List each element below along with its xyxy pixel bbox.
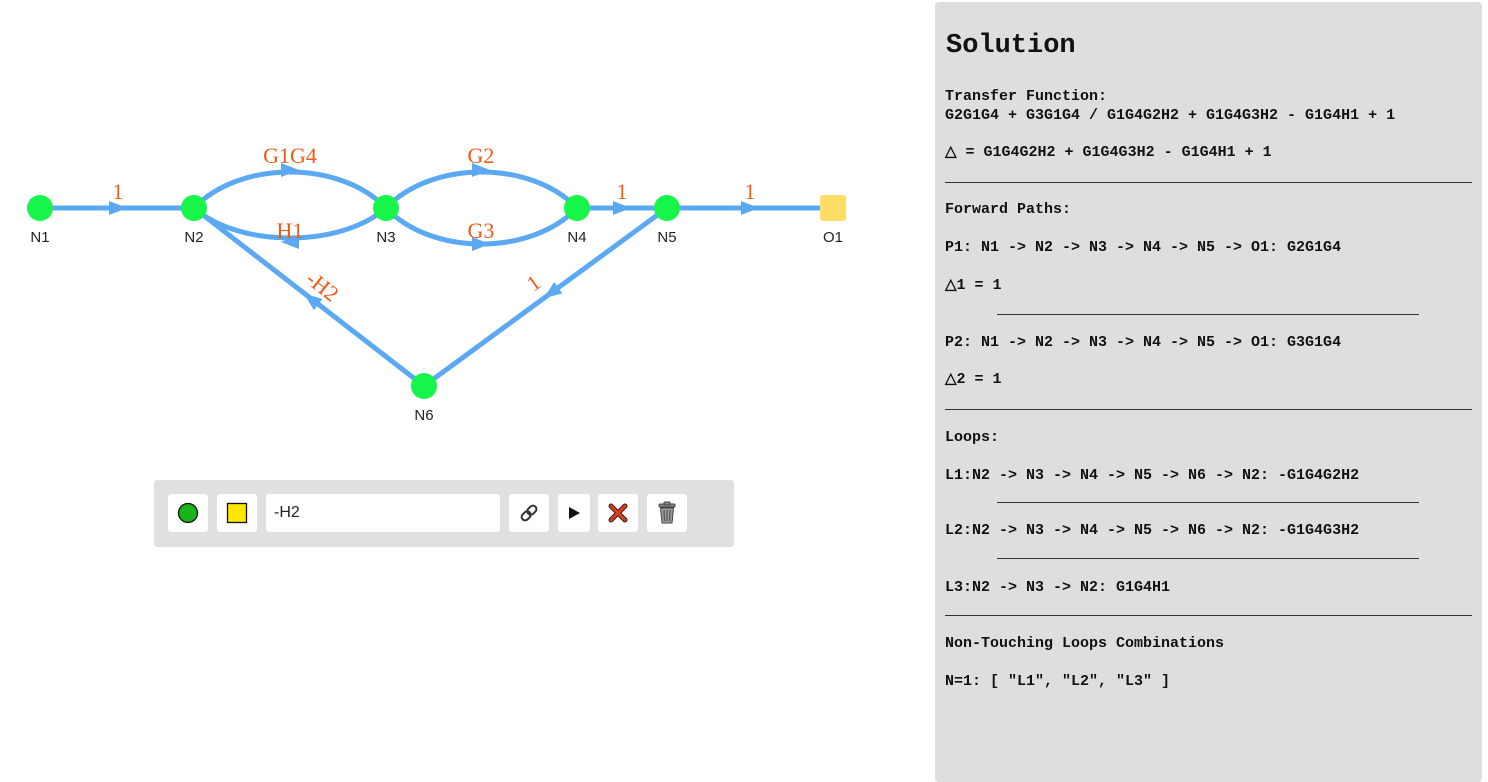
loop-l3: L3:N2 -> N3 -> N2: G1G4H1 bbox=[945, 579, 1171, 596]
add-output-node-button[interactable] bbox=[217, 494, 257, 532]
forward-paths-label: Forward Paths: bbox=[945, 201, 1072, 218]
node-N1[interactable] bbox=[27, 195, 53, 221]
add-node-button[interactable] bbox=[168, 494, 208, 532]
node-label: N1 bbox=[30, 229, 49, 246]
signal-flow-graph-canvas[interactable]: 1 G1G4 H1 G2 G3 1 1 -H2 1 N1 N2 N3 N4 N5 N6 O1 bbox=[0, 0, 900, 460]
node-N3[interactable] bbox=[373, 195, 399, 221]
edge-gain-label: G3 bbox=[468, 218, 495, 243]
node-N5[interactable] bbox=[654, 195, 680, 221]
output-node-O1[interactable] bbox=[820, 195, 846, 221]
solution-title: Solution bbox=[946, 31, 1076, 61]
divider bbox=[945, 615, 1472, 616]
edge-N2-N3[interactable] bbox=[192, 169, 388, 210]
divider bbox=[945, 409, 1472, 410]
transfer-function-label: Transfer Function: bbox=[945, 88, 1108, 105]
clear-graph-button[interactable] bbox=[647, 494, 687, 532]
edge-gain-label: G1G4 bbox=[263, 143, 317, 168]
solution-panel: Solution Transfer Function: G2G1G4 + G3G… bbox=[935, 2, 1482, 782]
edge-N3-N4[interactable] bbox=[384, 169, 579, 210]
node-label: O1 bbox=[823, 229, 843, 246]
node-label: N3 bbox=[376, 229, 395, 246]
node-label: N4 bbox=[567, 229, 586, 246]
signal-flow-graph[interactable]: 1 G1G4 H1 G2 G3 1 1 -H2 1 N1 N2 N3 N4 N5 N6 O1 bbox=[0, 0, 900, 460]
divider bbox=[997, 314, 1419, 315]
node-N2[interactable] bbox=[181, 195, 207, 221]
link-icon bbox=[520, 504, 538, 522]
graph-toolbar bbox=[154, 480, 734, 547]
yellow-square-icon bbox=[226, 502, 248, 524]
red-x-icon bbox=[608, 503, 628, 523]
non-touching-loops-n1: N=1: [ "L1", "L2", "L3" ] bbox=[945, 673, 1171, 690]
green-circle-icon bbox=[177, 502, 199, 524]
forward-path-p1-delta: △1 = 1 bbox=[945, 277, 1002, 294]
node-N4[interactable] bbox=[564, 195, 590, 221]
forward-path-p2: P2: N1 -> N2 -> N3 -> N4 -> N5 -> O1: G3… bbox=[945, 334, 1342, 351]
divider bbox=[997, 502, 1419, 503]
divider bbox=[997, 558, 1419, 559]
forward-path-p2-delta: △2 = 1 bbox=[945, 371, 1002, 388]
edge-gain-label: 1 bbox=[617, 179, 628, 204]
play-icon bbox=[569, 507, 580, 519]
loop-l1: L1:N2 -> N3 -> N4 -> N5 -> N6 -> N2: -G1… bbox=[945, 467, 1360, 484]
run-button[interactable] bbox=[558, 494, 590, 532]
delete-button[interactable] bbox=[598, 494, 638, 532]
connect-edge-button[interactable] bbox=[509, 494, 549, 532]
trash-can-icon bbox=[658, 501, 676, 524]
edge-gain-label: -H2 bbox=[301, 266, 343, 307]
loop-l2: L2:N2 -> N3 -> N4 -> N5 -> N6 -> N2: -G1… bbox=[945, 522, 1360, 539]
delta-value: △ = G1G4G2H2 + G1G4G3H2 - G1G4H1 + 1 bbox=[945, 144, 1272, 161]
node-N6[interactable] bbox=[411, 373, 437, 399]
divider bbox=[945, 182, 1472, 183]
forward-path-p1: P1: N1 -> N2 -> N3 -> N4 -> N5 -> O1: G2… bbox=[945, 239, 1342, 256]
edge-gain-label: 1 bbox=[745, 179, 756, 204]
loops-label: Loops: bbox=[945, 429, 1000, 446]
non-touching-loops-label: Non-Touching Loops Combinations bbox=[945, 635, 1225, 652]
edge-gain-label: H1 bbox=[277, 218, 304, 243]
edge-gain-label: 1 bbox=[522, 270, 546, 297]
node-label: N2 bbox=[184, 229, 203, 246]
node-label: N6 bbox=[414, 407, 433, 424]
transfer-function-value: G2G1G4 + G3G1G4 / G1G4G2H2 + G1G4G3H2 - … bbox=[945, 107, 1396, 124]
edge-gain-label: 1 bbox=[113, 179, 124, 204]
node-label: N5 bbox=[657, 229, 676, 246]
gain-input[interactable] bbox=[266, 494, 500, 532]
edge-gain-label: G2 bbox=[468, 143, 495, 168]
